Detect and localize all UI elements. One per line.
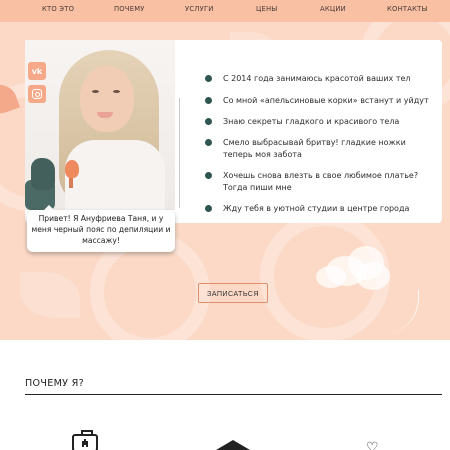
bullet-dot-icon <box>205 118 212 125</box>
vertical-divider <box>179 98 180 208</box>
flower-petal <box>356 262 390 290</box>
photo-eye <box>113 90 120 93</box>
top-nav: КТО ЭТО ПОЧЕМУ УСЛУГИ ЦЕНЫ АКЦИИ КОНТАКТ… <box>0 0 450 22</box>
nav-item-prices[interactable]: ЦЕНЫ <box>256 5 277 13</box>
benefits-list: С 2014 года занимаюсь красотой ваших тел… <box>205 73 430 215</box>
list-item: Со мной «апельсиновые корки» встанут и у… <box>205 95 430 107</box>
vk-icon[interactable]: vk <box>28 62 46 80</box>
bullet-dot-icon <box>205 205 212 212</box>
book-appointment-button[interactable]: ЗАПИСАТЬСЯ <box>198 283 268 303</box>
photo-spatula <box>65 160 79 178</box>
graduation-cap-icon <box>216 440 250 450</box>
photo-shirt <box>65 140 165 210</box>
bullet-dot-icon <box>205 75 212 82</box>
instagram-icon[interactable] <box>28 85 46 103</box>
list-item-text: Знаю секреты гладкого и красивого тела <box>223 117 400 126</box>
instagram-glyph <box>32 89 42 99</box>
list-item-text: Жду тебя в уютной студии в центре города <box>223 204 410 213</box>
list-item-text: Хочешь снова влезть в свое любимое плать… <box>223 171 419 192</box>
list-item: Хочешь снова влезть в свое любимое плать… <box>205 170 430 194</box>
nav-item-services[interactable]: УСЛУГИ <box>185 5 214 13</box>
bullet-dot-icon <box>205 172 212 179</box>
portrait-photo <box>25 40 175 210</box>
flower-petal <box>316 266 346 288</box>
vk-icon-label: vk <box>31 66 43 76</box>
nav-item-contacts[interactable]: КОНТАКТЫ <box>387 5 428 13</box>
photo-eye <box>92 90 99 93</box>
list-item-text: Со мной «апельсиновые корки» встанут и у… <box>223 96 429 105</box>
nav-item-who[interactable]: КТО ЭТО <box>42 5 74 13</box>
decor-leaf <box>20 272 80 318</box>
bullet-dot-icon <box>205 97 212 104</box>
section-title: ПОЧЕМУ Я? <box>25 378 85 389</box>
list-item: Жду тебя в уютной студии в центре города <box>205 203 430 215</box>
nav-item-promotions[interactable]: АКЦИИ <box>320 5 346 13</box>
photo-face <box>80 66 134 132</box>
list-item: Знаю секреты гладкого и красивого тела <box>205 116 430 128</box>
nav-item-why[interactable]: ПОЧЕМУ <box>114 5 145 13</box>
list-item: С 2014 года занимаюсь красотой ваших тел <box>205 73 430 85</box>
briefcase-icon <box>72 430 98 450</box>
list-item-text: Смело выбрасывай бритву! гладкие ножки т… <box>223 138 406 159</box>
section-divider <box>25 394 442 395</box>
list-item-text: С 2014 года занимаюсь красотой ваших тел <box>223 74 411 83</box>
speech-bubble: Привет! Я Ануфриева Таня, и у меня черны… <box>27 210 175 252</box>
photo-glove <box>31 158 55 190</box>
heart-icon: ♡ <box>366 440 379 450</box>
list-item: Смело выбрасывай бритву! гладкие ножки т… <box>205 137 430 161</box>
bullet-dot-icon <box>205 139 212 146</box>
